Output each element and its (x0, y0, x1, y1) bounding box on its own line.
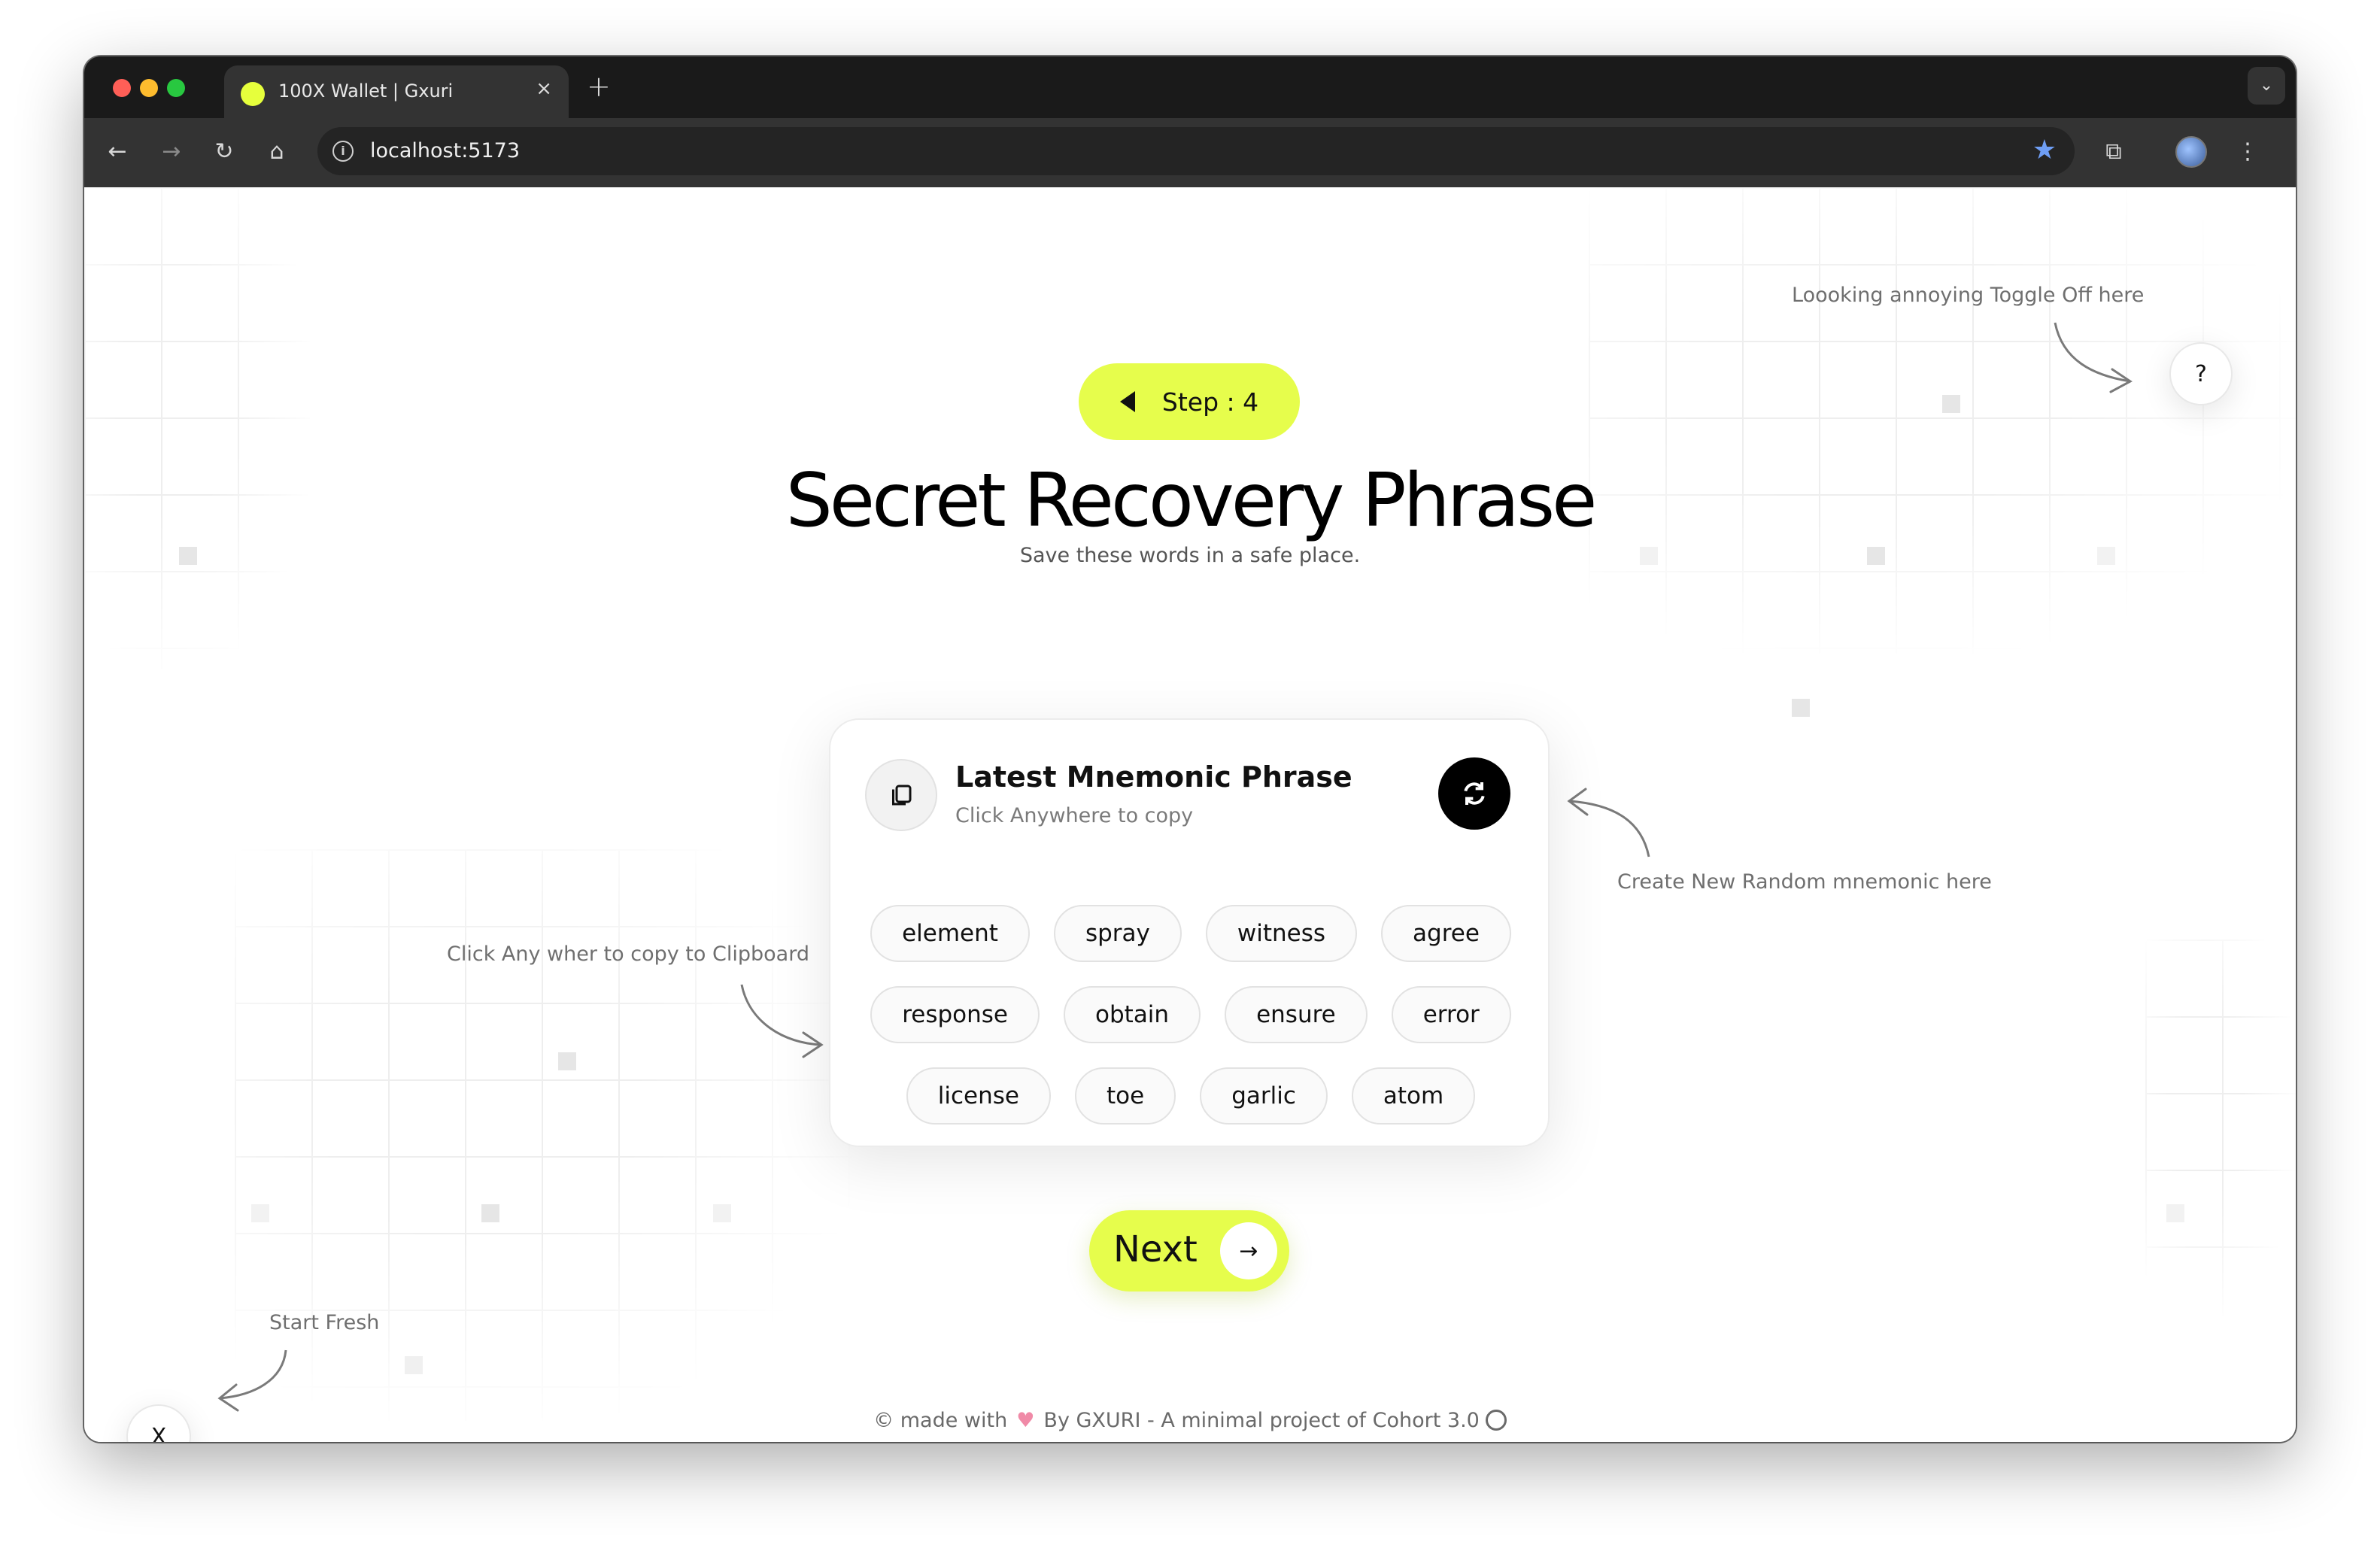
regenerate-button[interactable] (1438, 757, 1510, 830)
background-grid (1589, 187, 2296, 654)
step-label: Step : 4 (1161, 387, 1259, 417)
back-icon[interactable]: ← (104, 141, 131, 163)
word-chip[interactable]: response (870, 986, 1040, 1043)
word-chip[interactable]: spray (1053, 905, 1182, 962)
word-chip[interactable]: element (870, 905, 1030, 962)
heart-icon: ♥ (1016, 1409, 1035, 1432)
word-chip[interactable]: obtain (1064, 986, 1201, 1043)
word-row: license toe garlic atom (865, 1067, 1516, 1125)
refresh-icon (1464, 782, 1485, 805)
hint-arrow-icon (2054, 322, 2133, 393)
grid-square (713, 1204, 731, 1222)
background-grid (84, 187, 310, 669)
word-chip[interactable]: ensure (1225, 986, 1368, 1043)
copy-button[interactable] (865, 759, 937, 831)
github-icon[interactable] (1485, 1410, 1507, 1431)
browser-menu-icon[interactable]: ⋮ (2234, 141, 2261, 163)
word-chip[interactable]: error (1391, 986, 1511, 1043)
footer: © made with ♥ By GXURI - A minimal project… (84, 1409, 2296, 1432)
mnemonic-card[interactable]: Latest Mnemonic Phrase Click Anywhere to… (829, 718, 1550, 1147)
forward-icon[interactable]: → (158, 141, 185, 163)
toggle-hint-text: Loooking annoying Toggle Off here (1792, 284, 2145, 307)
word-chip[interactable]: atom (1351, 1067, 1476, 1125)
hint-arrow-icon (1567, 788, 1650, 857)
page-subtitle: Save these words in a safe place. (1019, 544, 1361, 567)
tab-bar: 100X Wallet | Gxuri × + ⌄ (84, 56, 2296, 118)
new-tab-button[interactable]: + (587, 70, 611, 103)
card-subtitle: Click Anywhere to copy (955, 804, 1194, 827)
next-label: Next (1113, 1228, 1198, 1270)
refresh-hint-text: Create New Random mnemonic here (1617, 870, 1992, 894)
browser-tab[interactable]: 100X Wallet | Gxuri × (224, 65, 569, 118)
word-chip[interactable]: toe (1074, 1067, 1176, 1125)
profile-avatar[interactable] (2175, 136, 2207, 168)
tab-search-button[interactable]: ⌄ (2248, 67, 2285, 105)
next-button[interactable]: Next → (1089, 1210, 1289, 1291)
close-window-button[interactable] (113, 79, 131, 97)
step-indicator[interactable]: Step : 4 (1079, 363, 1300, 440)
grid-square (1942, 395, 1960, 413)
home-icon[interactable]: ⌂ (263, 141, 290, 163)
grid-square (1792, 699, 1810, 717)
arrow-right-icon: → (1220, 1222, 1277, 1279)
word-chip[interactable]: agree (1381, 905, 1511, 962)
minimize-window-button[interactable] (140, 79, 158, 97)
word-chip[interactable]: garlic (1200, 1067, 1328, 1125)
help-toggle-button[interactable]: ? (2169, 342, 2233, 405)
tab-title: 100X Wallet | Gxuri (278, 80, 454, 102)
word-chip[interactable]: license (906, 1067, 1051, 1125)
maximize-window-button[interactable] (167, 79, 185, 97)
reload-icon[interactable]: ↻ (211, 141, 238, 163)
hint-arrow-icon (740, 984, 824, 1058)
extensions-icon[interactable]: ⧉ (2100, 141, 2127, 163)
grid-square (481, 1204, 499, 1222)
grid-square (2166, 1204, 2184, 1222)
browser-window: 100X Wallet | Gxuri × + ⌄ ← → ↻ ⌂ i loca… (84, 56, 2296, 1442)
copy-hint-text: Click Any wher to copy to Clipboard (447, 942, 809, 966)
url-text[interactable]: localhost:5173 (370, 139, 520, 162)
address-bar[interactable]: i localhost:5173 ★ (317, 127, 2075, 175)
grid-square (558, 1052, 576, 1070)
copy-icon (892, 785, 912, 806)
card-title: Latest Mnemonic Phrase (955, 760, 1352, 794)
favicon-icon (241, 82, 265, 106)
word-row: response obtain ensure error (865, 986, 1516, 1043)
background-grid (235, 849, 852, 1421)
page-content: Loooking annoying Toggle Off here ? Step… (84, 187, 2296, 1442)
grid-square (251, 1204, 269, 1222)
word-list: element spray witness agree response obt… (865, 905, 1516, 1149)
footer-credit[interactable]: By GXURI - A minimal project of Cohort 3… (1043, 1409, 1479, 1432)
page-title: Secret Recovery Phrase (785, 458, 1598, 544)
navigation-bar: ← → ↻ ⌂ i localhost:5173 ★ ⧉ ⋮ (84, 118, 2296, 187)
site-info-icon[interactable]: i (332, 141, 354, 162)
background-grid (2145, 939, 2296, 1316)
grid-square (405, 1356, 423, 1374)
tab-close-icon[interactable]: × (536, 77, 552, 100)
bookmark-star-icon[interactable]: ★ (2032, 135, 2057, 165)
back-arrow-icon[interactable] (1119, 391, 1135, 412)
word-chip[interactable]: witness (1205, 905, 1358, 962)
browser-chrome: 100X Wallet | Gxuri × + ⌄ ← → ↻ ⌂ i loca… (84, 56, 2296, 187)
footer-made-with: © made with (873, 1409, 1008, 1432)
start-fresh-hint-text: Start Fresh (269, 1311, 380, 1334)
word-row: element spray witness agree (865, 905, 1516, 962)
